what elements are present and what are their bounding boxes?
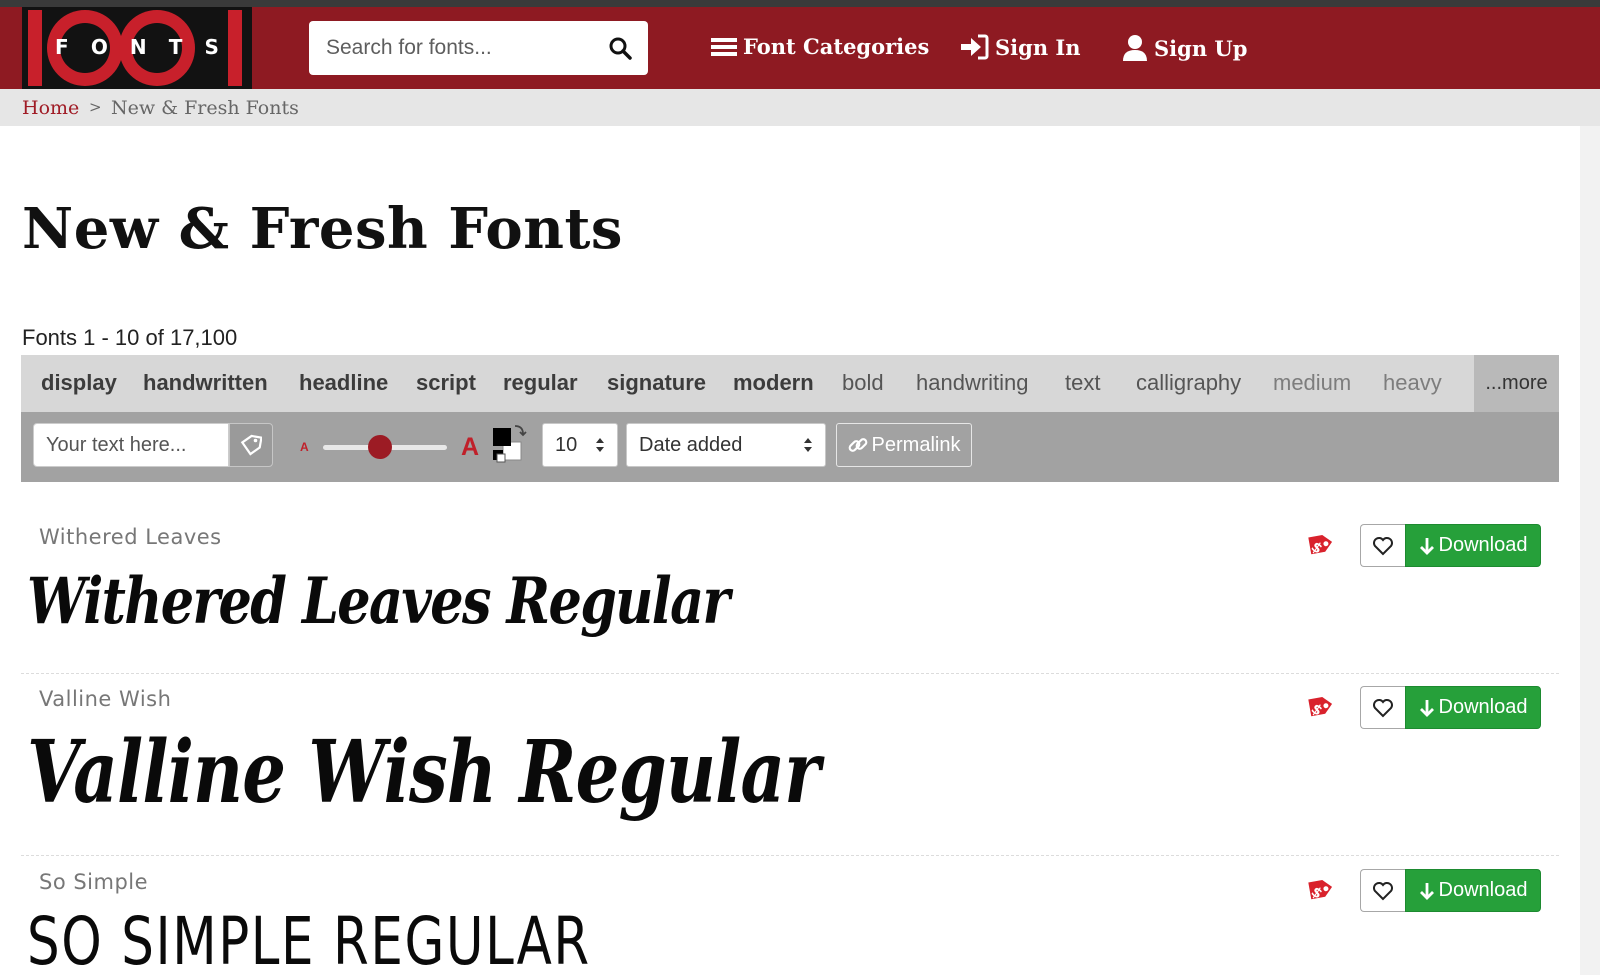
tag-calligraphy[interactable]: calligraphy <box>1136 370 1241 396</box>
size-slider[interactable] <box>323 435 447 459</box>
select-arrows-icon <box>595 436 605 460</box>
favorite-button[interactable] <box>1360 869 1405 912</box>
font-name-link[interactable]: Withered Leaves <box>39 525 222 549</box>
download-label: Download <box>1438 534 1528 556</box>
site-logo[interactable]: F O N T S <box>22 7 252 89</box>
tag-script[interactable]: script <box>416 370 476 396</box>
link-icon <box>848 438 867 452</box>
menu-icon <box>711 37 737 56</box>
tag-headline[interactable]: headline <box>299 370 388 396</box>
apply-text-button[interactable] <box>229 423 273 467</box>
price-tag-icon[interactable]: $ <box>1299 690 1335 731</box>
favorite-button[interactable] <box>1360 686 1405 729</box>
arrow-down-icon <box>1419 537 1434 555</box>
heart-icon <box>1373 698 1393 717</box>
sort-select-value: Date added <box>639 434 743 456</box>
logo-letter: O <box>90 35 108 59</box>
size-select-value: 10 <box>555 434 578 456</box>
breadcrumb-separator: > <box>89 98 102 116</box>
font-row: Valline Wish Valline Wish Regular $ Down… <box>21 674 1559 856</box>
logo-letter: S <box>204 35 219 59</box>
sign-in-label: Sign In <box>995 34 1081 60</box>
preview-toolbar: A A 10 Date added Permalink <box>21 412 1559 482</box>
tag-modern[interactable]: modern <box>733 370 814 396</box>
page-title: New & Fresh Fonts <box>22 196 623 262</box>
breadcrumb-home-link[interactable]: Home <box>22 97 79 119</box>
breadcrumb-current: New & Fresh Fonts <box>111 97 299 119</box>
color-swap-icon[interactable] <box>491 424 529 466</box>
tag-display[interactable]: display <box>41 370 117 396</box>
font-name-link[interactable]: So Simple <box>39 870 148 894</box>
select-arrows-icon <box>803 436 813 460</box>
breadcrumb: Home > New & Fresh Fonts <box>0 89 1600 126</box>
font-row: Withered Leaves Withered Leaves Regular … <box>21 512 1559 674</box>
logo-letter: N <box>129 35 147 59</box>
sign-up-link[interactable]: Sign Up <box>1122 34 1247 62</box>
tag-regular[interactable]: regular <box>503 370 578 396</box>
preview-text-input[interactable] <box>34 424 228 466</box>
logo-letter: T <box>168 35 183 59</box>
more-tags-button[interactable]: ...more <box>1474 355 1559 412</box>
tag-handwriting[interactable]: handwriting <box>916 370 1029 396</box>
top-strip <box>0 0 1600 7</box>
tag-handwritten[interactable]: handwritten <box>143 370 268 396</box>
download-button[interactable]: Download <box>1405 524 1541 567</box>
preview-text-box <box>33 423 229 467</box>
heart-icon <box>1373 536 1393 555</box>
size-small-label: A <box>300 440 309 454</box>
sign-in-icon <box>961 34 989 60</box>
logo-letters: F O N T S <box>22 35 252 59</box>
download-button[interactable]: Download <box>1405 869 1541 912</box>
search-icon[interactable] <box>608 36 632 65</box>
size-select[interactable]: 10 <box>542 423 618 467</box>
tag-icon <box>240 434 262 456</box>
size-slider-knob[interactable] <box>368 435 392 459</box>
user-icon <box>1123 35 1147 61</box>
font-name-link[interactable]: Valline Wish <box>39 687 171 711</box>
font-categories-label: Font Categories <box>743 34 930 59</box>
tag-bold[interactable]: bold <box>842 370 884 396</box>
search-input[interactable] <box>326 31 596 65</box>
font-row: So Simple SO SIMPLE REGULAR $ Download <box>21 857 1559 975</box>
font-preview[interactable]: SO SIMPLE REGULAR <box>27 903 591 975</box>
sign-in-link[interactable]: Sign In <box>959 34 1081 60</box>
size-large-label: A <box>461 433 480 461</box>
permalink-button[interactable]: Permalink <box>836 423 972 467</box>
price-tag-icon[interactable]: $ <box>1299 873 1335 914</box>
permalink-label: Permalink <box>871 433 961 456</box>
download-label: Download <box>1438 696 1528 718</box>
price-tag-icon[interactable]: $ <box>1299 528 1335 569</box>
tag-medium[interactable]: medium <box>1273 370 1351 396</box>
arrow-down-icon <box>1419 882 1434 900</box>
favorite-button[interactable] <box>1360 524 1405 567</box>
heart-icon <box>1373 881 1393 900</box>
sign-up-label: Sign Up <box>1154 35 1248 61</box>
page-gutter <box>1580 126 1600 975</box>
font-preview[interactable]: Valline Wish Regular <box>27 722 821 823</box>
arrow-down-icon <box>1419 699 1434 717</box>
tag-text[interactable]: text <box>1065 370 1100 396</box>
sort-select[interactable]: Date added <box>626 423 826 467</box>
results-count: Fonts 1 - 10 of 17,100 <box>22 325 238 350</box>
tag-signature[interactable]: signature <box>607 370 706 396</box>
font-categories-link[interactable]: Font Categories <box>711 34 929 59</box>
logo-letter: F <box>55 35 69 59</box>
tag-heavy[interactable]: heavy <box>1383 370 1442 396</box>
download-label: Download <box>1438 879 1528 901</box>
tag-bar: display handwritten headline script regu… <box>21 355 1559 412</box>
site-header: F O N T S Font Categories Sign In Sign U… <box>0 7 1600 89</box>
search-box <box>309 21 648 75</box>
download-button[interactable]: Download <box>1405 686 1541 729</box>
font-preview[interactable]: Withered Leaves Regular <box>27 564 730 639</box>
